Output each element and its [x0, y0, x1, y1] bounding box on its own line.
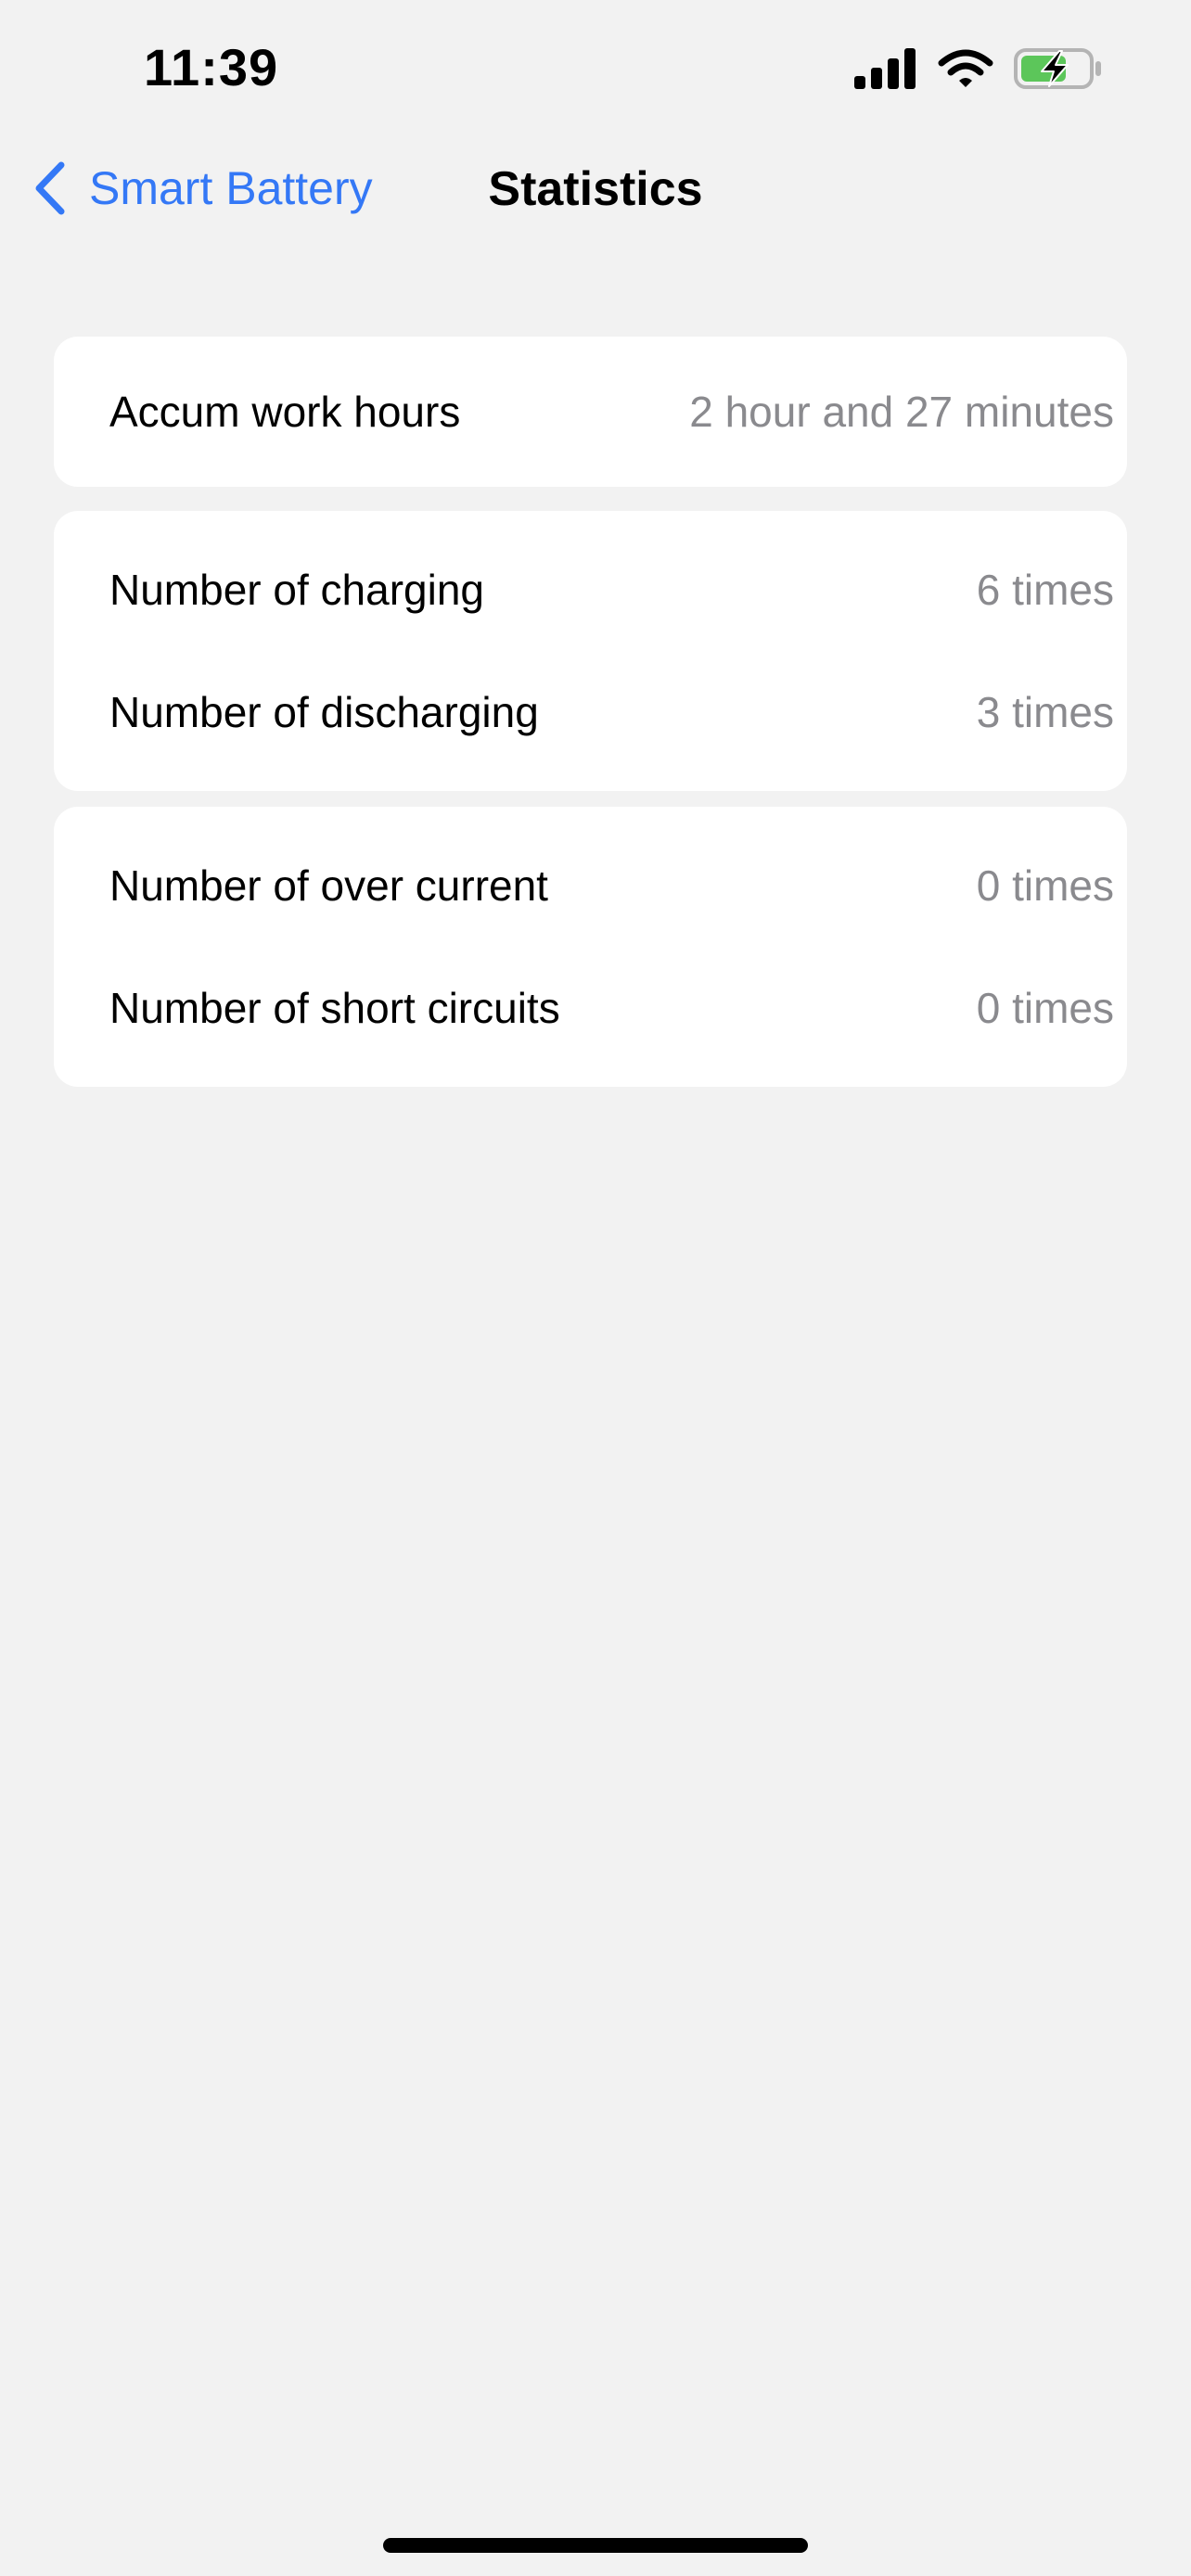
row-label: Number of discharging [109, 688, 539, 736]
list-item-number-of-discharging: Number of discharging 3 times [54, 651, 1127, 773]
list-item-accum-work-hours: Accum work hours 2 hour and 27 minutes [54, 337, 1127, 487]
back-button[interactable]: Smart Battery [32, 159, 373, 217]
home-indicator[interactable] [383, 2538, 808, 2553]
row-value: 0 times [976, 861, 1114, 910]
work-hours-group: Accum work hours 2 hour and 27 minutes [54, 337, 1127, 487]
row-label: Number of short circuits [109, 984, 560, 1032]
fault-stats-group: Number of over current 0 times Number of… [54, 807, 1127, 1087]
row-label: Number of charging [109, 566, 484, 614]
chevron-left-icon [35, 161, 65, 215]
row-value: 3 times [976, 688, 1114, 736]
list-item-number-of-charging: Number of charging 6 times [54, 529, 1127, 651]
back-button-label: Smart Battery [89, 162, 373, 214]
row-value: 0 times [976, 984, 1114, 1032]
status-icons [854, 45, 1103, 96]
list-item-number-of-short-circuits: Number of short circuits 0 times [54, 947, 1127, 1069]
row-label: Number of over current [109, 861, 548, 910]
row-value: 6 times [976, 566, 1114, 614]
cellular-signal-icon [854, 47, 917, 94]
wifi-icon [938, 48, 993, 94]
row-value: 2 hour and 27 minutes [689, 388, 1114, 436]
list-item-number-of-over-current: Number of over current 0 times [54, 824, 1127, 947]
row-label: Accum work hours [109, 388, 461, 436]
charging-stats-group: Number of charging 6 times Number of dis… [54, 511, 1127, 791]
status-time: 11:39 [144, 38, 279, 96]
navigation-bar: Statistics Smart Battery [0, 139, 1191, 246]
status-bar: 11:39 [0, 0, 1191, 139]
battery-charging-icon [1014, 47, 1103, 95]
